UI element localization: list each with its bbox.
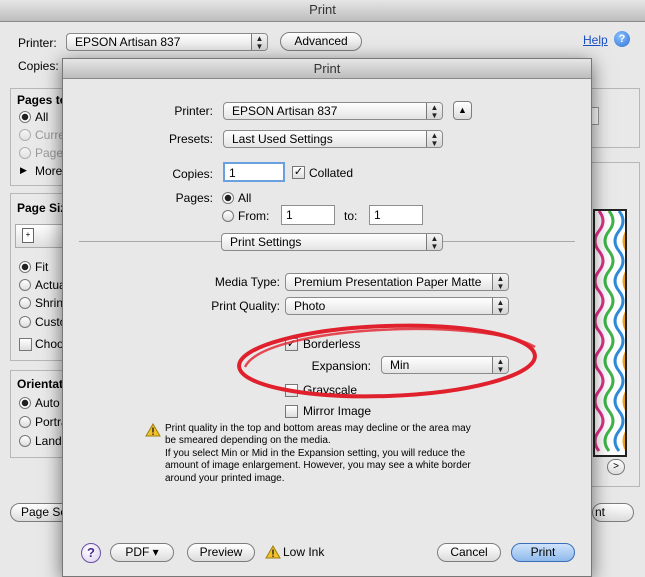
low-ink-warning-icon <box>265 545 281 559</box>
low-ink-label[interactable]: Low Ink <box>283 545 324 559</box>
pages-all-label: All <box>35 110 49 124</box>
note-line: amount of image enlargement. However, yo… <box>165 460 471 472</box>
page-preview-image <box>593 209 627 457</box>
note-line: around your printed image. <box>165 472 285 484</box>
media-type-popup[interactable]: Premium Presentation Paper Matte ▲ ▼ <box>285 273 509 291</box>
more-label: More <box>35 164 63 178</box>
collated-checkbox[interactable]: ✓ <box>292 166 305 179</box>
chevron-updown-icon: ▲ ▼ <box>426 234 442 250</box>
to-label: to: <box>344 209 358 223</box>
orient-landscape-radio[interactable] <box>19 435 31 447</box>
pages-label: Pages: <box>175 191 213 205</box>
presets-popup[interactable]: Last Used Settings ▲ ▼ <box>223 130 443 148</box>
pages-from-label: From: <box>238 209 270 223</box>
help-button[interactable]: ? <box>81 543 101 563</box>
print-quality-value: Photo <box>294 299 326 313</box>
copies-label: Copies: <box>172 167 213 181</box>
collated-label: Collated <box>309 166 354 180</box>
disclosure-triangle-icon[interactable]: ▶ <box>20 165 27 176</box>
pages-group: Pages to All Curre Pages ▶ More <box>10 88 70 186</box>
pages-from-radio[interactable] <box>222 210 234 222</box>
expansion-note: Print quality in the top and bottom area… <box>165 423 471 485</box>
printer-popup[interactable]: EPSON Artisan 837 ▲ ▼ <box>223 102 443 120</box>
presets-value: Last Used Settings <box>232 132 333 146</box>
page-size-group: Page Size + Fit Actua Shrink Custo Choos <box>10 193 73 361</box>
warning-icon <box>145 423 161 437</box>
copies-field[interactable]: 1 <box>223 162 285 182</box>
printer-label: Printer: <box>174 104 213 118</box>
wave-pattern-image <box>595 211 625 452</box>
scale-fit-label: Fit <box>35 260 49 274</box>
scale-fit-radio[interactable] <box>19 261 31 273</box>
dialog-title: Print <box>63 59 591 79</box>
printer-popup[interactable]: EPSON Artisan 837 ▲ ▼ <box>66 33 268 51</box>
print-dialog: Print Printer: EPSON Artisan 837 ▲ ▼ ▲ Pr… <box>62 58 592 577</box>
scale-shrink-radio[interactable] <box>19 297 31 309</box>
orient-portrait-radio[interactable] <box>19 416 31 428</box>
chevron-updown-icon: ▲ ▼ <box>251 34 267 50</box>
window-title: Print <box>0 0 645 22</box>
chevron-updown-icon: ▲ ▼ <box>492 274 508 290</box>
presets-label: Presets: <box>168 132 213 146</box>
page-icon: + <box>22 228 34 243</box>
printer-value: EPSON Artisan 837 <box>75 35 181 49</box>
pages-all-radio[interactable] <box>19 111 31 123</box>
pages-all-label: All <box>238 191 252 205</box>
media-type-label: Media Type: <box>214 275 280 289</box>
pages-all-radio[interactable] <box>222 192 234 204</box>
cancel-button[interactable]: Cancel <box>437 543 501 562</box>
print-quality-popup[interactable]: Photo ▲ ▼ <box>285 297 509 315</box>
printer-value: EPSON Artisan 837 <box>232 104 338 118</box>
printer-label: Printer: <box>18 36 57 50</box>
pages-current-label: Curre <box>35 128 66 142</box>
note-line: Print quality in the top and bottom area… <box>165 423 471 434</box>
orient-auto-label: Auto <box>35 396 60 410</box>
pages-current-radio[interactable] <box>19 129 31 141</box>
note-line: If you select Min or Mid in the Expansio… <box>165 447 466 459</box>
preview-panel: > <box>586 162 640 487</box>
section-popup[interactable]: Print Settings ▲ ▼ <box>221 233 443 251</box>
next-page-button[interactable]: > <box>607 459 625 475</box>
chevron-updown-icon: ▲ ▼ <box>426 103 442 119</box>
copies-label: Copies: <box>18 59 59 73</box>
note-line: be smeared depending on the media. <box>165 435 331 447</box>
collapse-details-button[interactable]: ▲ <box>453 101 472 120</box>
scale-actual-radio[interactable] <box>19 279 31 291</box>
chevron-updown-icon: ▲ ▼ <box>426 131 442 147</box>
choose-checkbox[interactable] <box>19 338 32 351</box>
pdf-menu-button[interactable]: PDF ▾ <box>110 543 174 562</box>
right-upper-panel <box>586 88 640 148</box>
print-quality-label: Print Quality: <box>211 299 280 313</box>
print-button[interactable]: Print <box>511 543 575 562</box>
help-link[interactable]: Help <box>583 33 608 47</box>
scale-custom-radio[interactable] <box>19 316 31 328</box>
media-type-value: Premium Presentation Paper Matte <box>294 275 482 289</box>
from-field[interactable]: 1 <box>281 205 335 225</box>
pages-range-radio[interactable] <box>19 147 31 159</box>
advanced-button[interactable]: Advanced <box>280 32 362 51</box>
annotation-ellipse <box>237 323 537 399</box>
orientation-group: Orientatio Auto Portra Lands <box>10 370 74 458</box>
to-field[interactable]: 1 <box>369 205 423 225</box>
section-value: Print Settings <box>230 235 302 249</box>
preview-button[interactable]: Preview <box>187 543 255 562</box>
orient-auto-radio[interactable] <box>19 397 31 409</box>
chevron-updown-icon: ▲ ▼ <box>492 298 508 314</box>
help-icon[interactable]: ? <box>614 31 630 47</box>
pages-group-title: Pages to <box>17 93 68 107</box>
bg-print-button[interactable]: nt <box>592 503 634 522</box>
